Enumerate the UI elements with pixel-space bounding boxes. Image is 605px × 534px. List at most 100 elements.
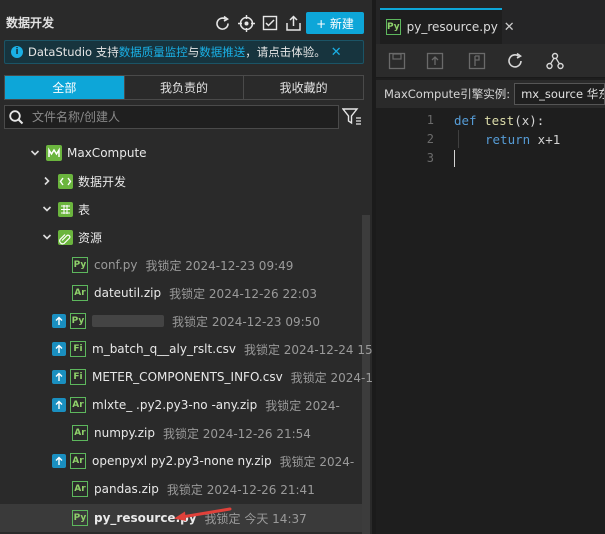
tab-my-favorites[interactable]: 我收藏的 bbox=[243, 76, 363, 99]
file-name: numpy.zip bbox=[94, 426, 155, 440]
file-name: mlxte_ .py2.py3-no -any.zip bbox=[92, 398, 258, 412]
tab-py-resource[interactable]: Py py_resource.py ✕ bbox=[380, 8, 515, 44]
table-icon bbox=[58, 201, 73, 217]
file-item[interactable]: Ar dateutil.zip 我锁定 2024-12-26 22:03 bbox=[72, 282, 317, 304]
line-gutter: 1 2 3 bbox=[376, 110, 438, 534]
panel-header: 数据开发 + 新建 bbox=[0, 0, 372, 44]
new-button[interactable]: + 新建 bbox=[306, 12, 364, 34]
chevron-down-icon bbox=[42, 206, 52, 212]
code-folder-icon bbox=[58, 173, 73, 189]
locate-icon[interactable] bbox=[237, 14, 255, 32]
search-input[interactable] bbox=[32, 110, 312, 124]
annotation-arrow-icon bbox=[174, 507, 232, 521]
folder-label: 数据开发 bbox=[78, 174, 127, 189]
archive-file-icon: Ar bbox=[70, 453, 86, 469]
close-tab-icon[interactable]: ✕ bbox=[504, 20, 515, 35]
archive-file-icon: Ar bbox=[72, 285, 88, 301]
file-meta: 我锁定 2024-12-26 21:54 bbox=[162, 426, 311, 441]
file-name: pandas.zip bbox=[94, 482, 159, 496]
line-number: 2 bbox=[426, 132, 434, 146]
refresh-icon[interactable] bbox=[506, 52, 524, 70]
keyword: def bbox=[454, 113, 477, 128]
file-meta: 我锁定 2024-12-23 09:49 bbox=[145, 258, 294, 273]
upload-status-icon bbox=[52, 342, 66, 356]
expression: x+1 bbox=[530, 132, 561, 147]
chevron-down-icon bbox=[42, 234, 52, 240]
csv-file-icon: Fi bbox=[70, 341, 86, 357]
import-icon[interactable] bbox=[284, 14, 302, 32]
deploy-icon[interactable] bbox=[468, 52, 486, 70]
banner-prefix: DataStudio 支持 bbox=[28, 45, 119, 59]
tree-root-label: MaxCompute bbox=[67, 146, 147, 160]
editor-toolbar bbox=[376, 44, 605, 78]
file-item[interactable]: Py conf.py 我锁定 2024-12-23 09:49 bbox=[72, 254, 293, 276]
csv-file-icon: Fi bbox=[70, 369, 86, 385]
line-number: 3 bbox=[426, 151, 434, 165]
line-number: 1 bbox=[426, 113, 434, 127]
file-item[interactable]: Ar pandas.zip 我锁定 2024-12-26 21:41 bbox=[72, 478, 315, 500]
save-icon[interactable] bbox=[388, 52, 406, 70]
folder-data-dev[interactable]: 数据开发 bbox=[42, 170, 126, 192]
folder-label: 资源 bbox=[78, 230, 103, 245]
python-file-icon: Py bbox=[72, 510, 88, 526]
checklist-icon[interactable] bbox=[261, 14, 279, 32]
upload-status-icon bbox=[52, 370, 66, 384]
search-box bbox=[4, 105, 339, 129]
archive-file-icon: Ar bbox=[70, 397, 86, 413]
chevron-down-icon bbox=[30, 150, 40, 156]
code-line-1: def test(x): bbox=[454, 113, 544, 128]
lineage-icon[interactable] bbox=[546, 52, 564, 70]
file-item[interactable]: Fi METER_COMPONENTS_INFO.csv 我锁定 2024-12… bbox=[52, 366, 385, 388]
engine-value: mx_source 华东 bbox=[521, 87, 605, 101]
file-name: openpyxl py2.py3-none ny.zip bbox=[92, 454, 272, 468]
tab-all[interactable]: 全部 bbox=[5, 76, 124, 99]
archive-file-icon: Ar bbox=[72, 481, 88, 497]
filter-icon[interactable] bbox=[341, 108, 362, 126]
file-meta: 我锁定 2024-12-23 09:50 bbox=[172, 314, 320, 329]
python-file-icon: Py bbox=[70, 313, 86, 329]
left-panel: 数据开发 + 新建 i DataStudio 支持 数据质量监控 与 数据推送 … bbox=[0, 0, 392, 534]
code-editor[interactable]: 1 2 3 def test(x): return x+1 bbox=[376, 110, 605, 534]
quality-monitor-link[interactable]: 数据质量监控 bbox=[119, 44, 188, 60]
upload-status-icon bbox=[52, 454, 66, 468]
banner-suffix: ，请点击体验。 bbox=[245, 45, 326, 59]
file-meta: 我锁定 2024-12-24 15:47 bbox=[243, 342, 392, 357]
search-icon bbox=[9, 109, 24, 124]
new-button-label: + 新建 bbox=[316, 16, 354, 31]
tab-label: py_resource.py bbox=[406, 20, 498, 34]
resource-icon bbox=[58, 229, 73, 245]
folder-tables[interactable]: 表 bbox=[42, 198, 90, 220]
text-cursor bbox=[454, 150, 455, 167]
redacted-name bbox=[92, 315, 164, 327]
file-item[interactable]: Ar numpy.zip 我锁定 2024-12-26 21:54 bbox=[72, 422, 311, 444]
refresh-icon[interactable] bbox=[213, 14, 231, 32]
file-item[interactable]: Ar mlxte_ .py2.py3-no -any.zip 我锁定 2024- bbox=[52, 394, 340, 416]
indent-guide bbox=[458, 130, 459, 148]
file-meta: 我锁定 2024- bbox=[279, 454, 355, 469]
python-file-icon: Py bbox=[386, 19, 401, 35]
keyword: return bbox=[485, 132, 531, 147]
params: (x): bbox=[514, 113, 545, 128]
banner-close-icon[interactable]: ✕ bbox=[331, 45, 342, 60]
file-name: dateutil.zip bbox=[94, 286, 162, 300]
file-item[interactable]: Ar openpyxl py2.py3-none ny.zip 我锁定 2024… bbox=[52, 450, 354, 472]
info-icon: i bbox=[11, 46, 23, 58]
submit-icon[interactable] bbox=[426, 52, 444, 70]
filter-tabs: 全部 我负责的 我收藏的 bbox=[4, 75, 364, 100]
upload-status-icon bbox=[52, 314, 66, 328]
file-item[interactable]: Py 我锁定 2024-12-23 09:50 bbox=[52, 310, 320, 332]
engine-label: MaxCompute引擎实例: bbox=[384, 87, 511, 101]
panel-title: 数据开发 bbox=[6, 16, 55, 30]
python-file-icon: Py bbox=[72, 257, 88, 273]
file-meta: 我锁定 2024-12-26 22:03 bbox=[169, 286, 318, 301]
file-item[interactable]: Fi m_batch_q__aly_rslt.csv 我锁定 2024-12-2… bbox=[52, 338, 392, 360]
data-push-link[interactable]: 数据推送 bbox=[199, 44, 245, 60]
tree-root-maxcompute[interactable]: MaxCompute bbox=[30, 142, 147, 164]
engine-instance-select[interactable]: mx_source 华东 bbox=[514, 83, 605, 105]
code-line-2: return x+1 bbox=[485, 132, 560, 147]
folder-resources[interactable]: 资源 bbox=[42, 226, 102, 248]
tab-my-responsible[interactable]: 我负责的 bbox=[123, 76, 244, 99]
function-name: test bbox=[484, 113, 515, 128]
archive-file-icon: Ar bbox=[72, 425, 88, 441]
file-meta: 我锁定 2024-12- bbox=[290, 370, 385, 385]
